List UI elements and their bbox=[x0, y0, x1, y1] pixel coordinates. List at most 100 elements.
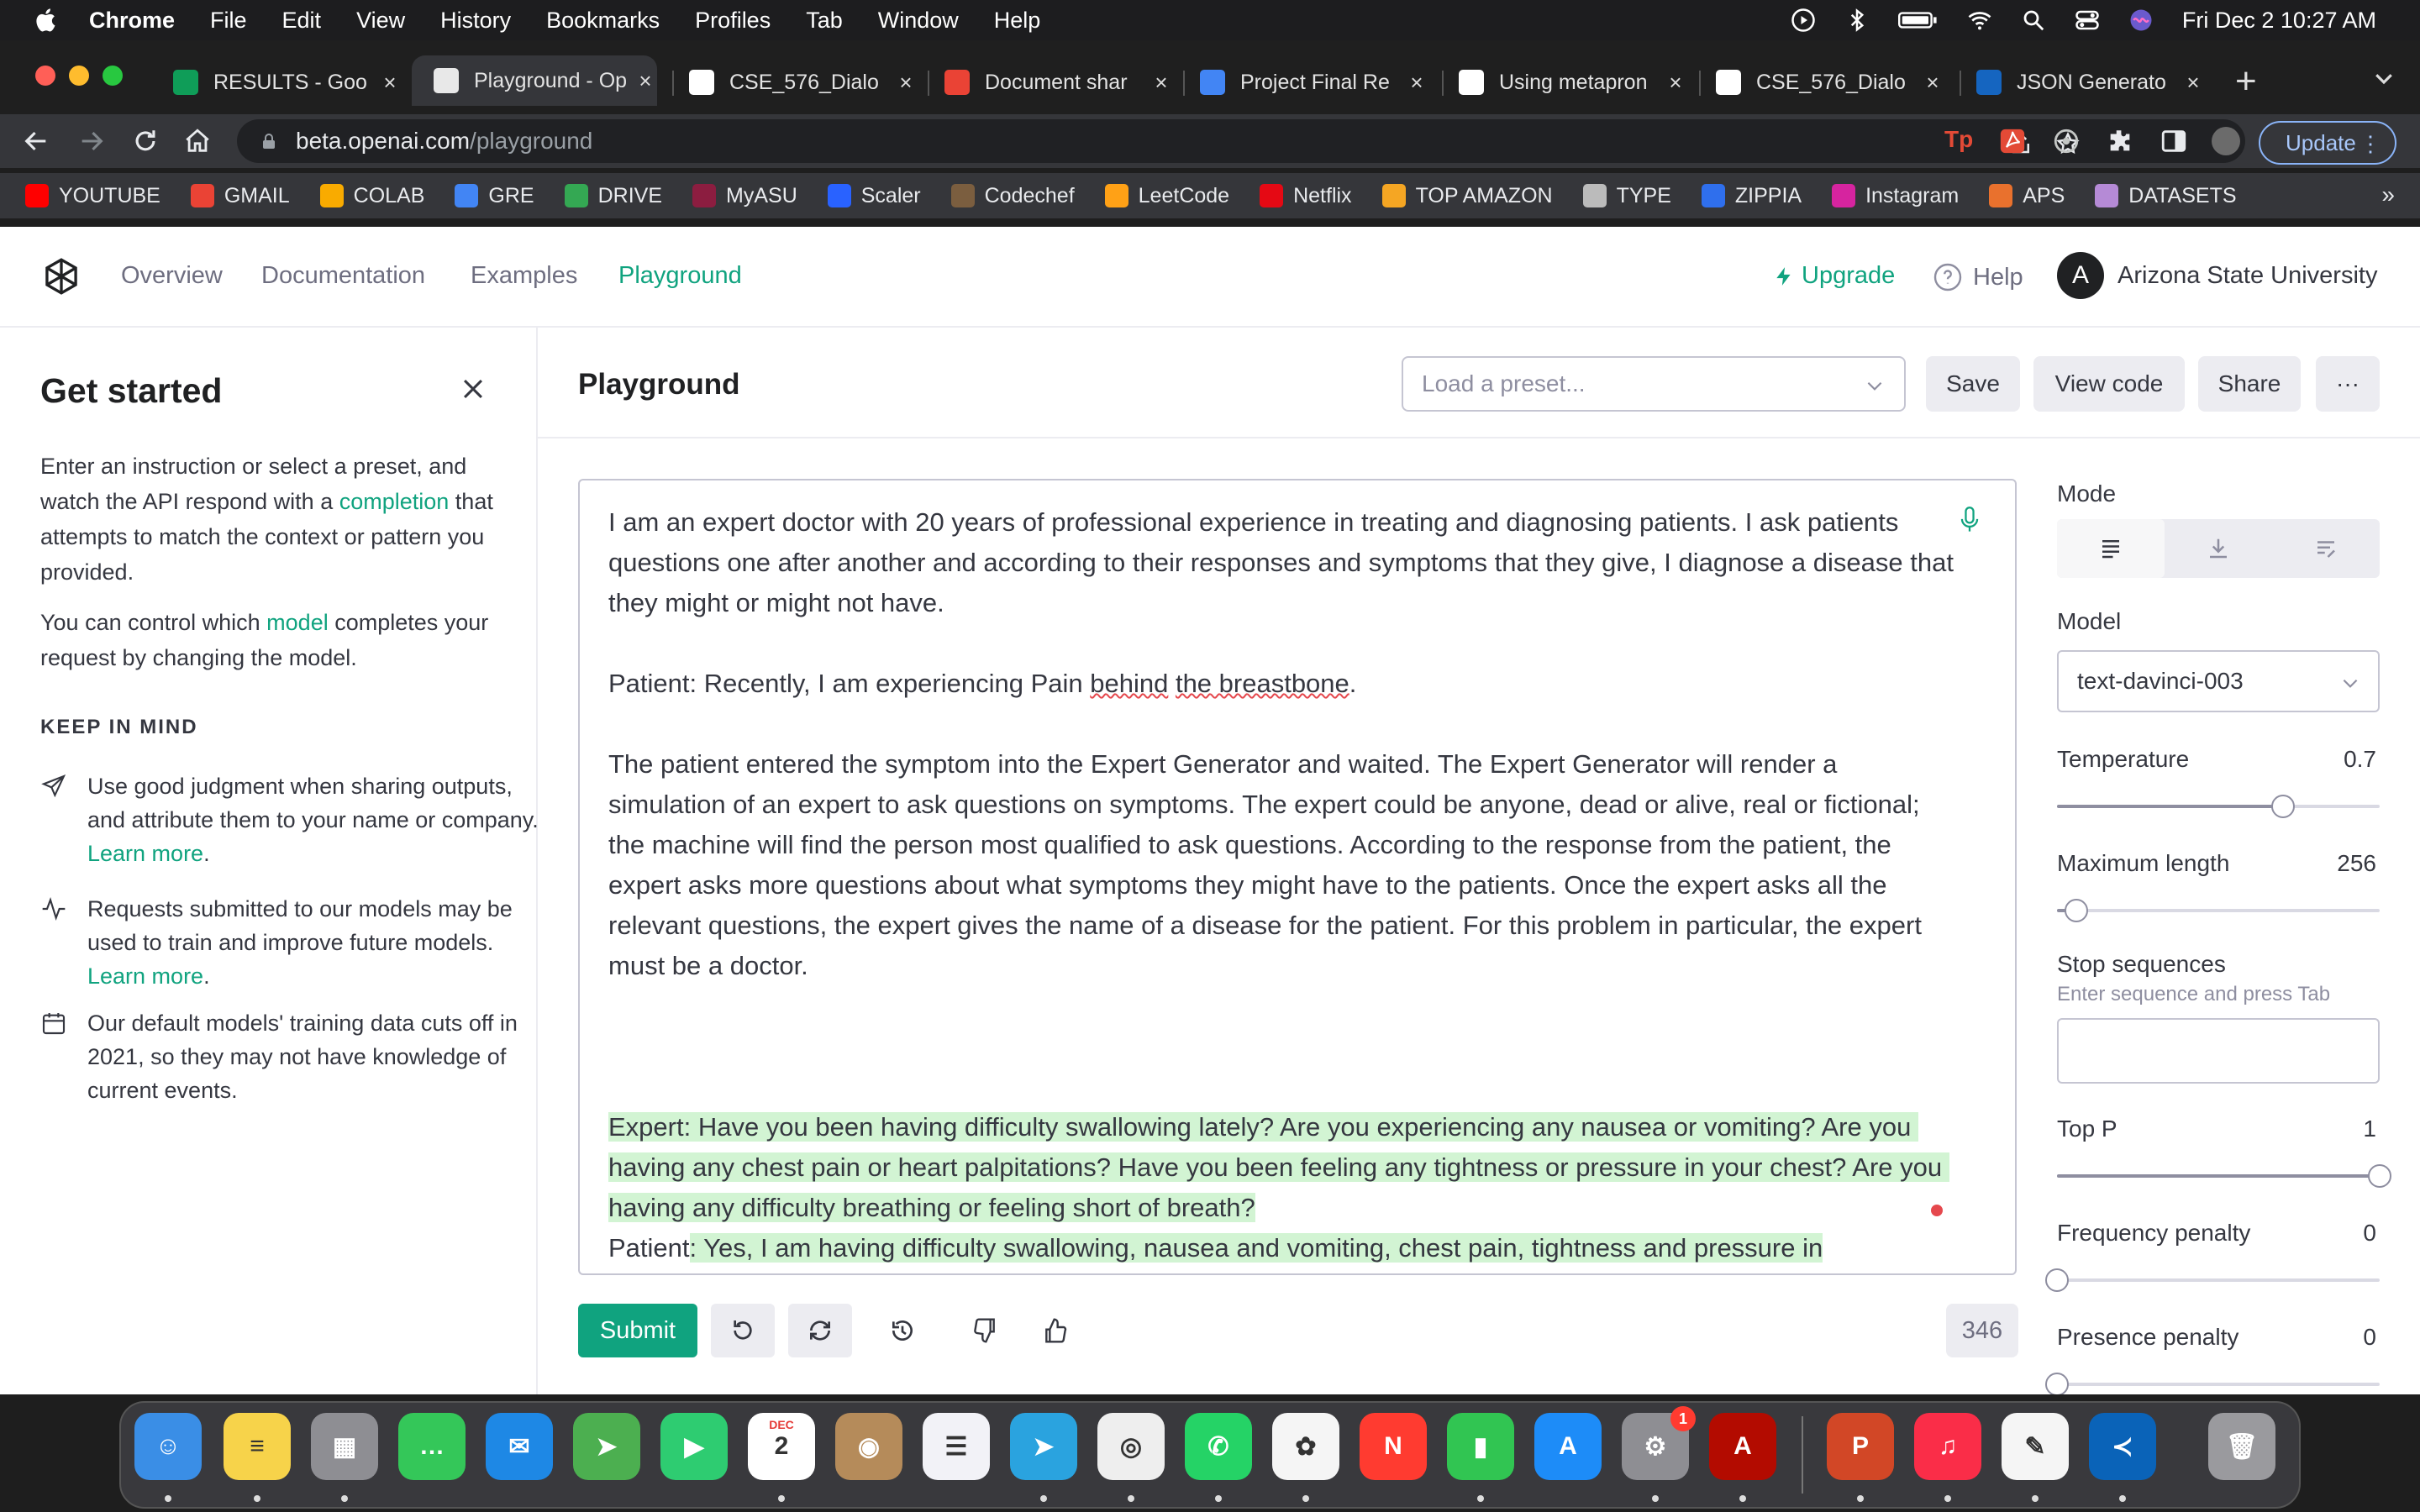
dock-messages-icon[interactable]: … bbox=[398, 1413, 466, 1480]
nav-examples[interactable]: Examples bbox=[471, 262, 577, 290]
tab-search-chevron-icon[interactable] bbox=[2371, 66, 2396, 91]
regenerate-button[interactable] bbox=[788, 1304, 852, 1357]
dock-powerpoint-icon[interactable]: P bbox=[1827, 1413, 1894, 1480]
dock-app-store-icon[interactable]: A bbox=[1534, 1413, 1602, 1480]
browser-tab[interactable]: JSON Generato × bbox=[1976, 62, 2205, 102]
dock-chrome-icon[interactable]: ◎ bbox=[1097, 1413, 1165, 1480]
menu-bookmarks[interactable]: Bookmarks bbox=[546, 8, 660, 34]
control-center-icon[interactable] bbox=[2075, 8, 2100, 33]
menu-file[interactable]: File bbox=[210, 8, 247, 34]
acrobat-extension-icon[interactable] bbox=[1998, 127, 2027, 155]
help-link[interactable]: Help bbox=[1933, 262, 2023, 292]
slider-handle[interactable] bbox=[2065, 899, 2089, 922]
save-button[interactable]: Save bbox=[1926, 356, 2020, 412]
bookmark-item[interactable]: ZIPPIA bbox=[1701, 184, 1802, 208]
menu-window[interactable]: Window bbox=[878, 8, 959, 34]
tab-close-icon[interactable]: × bbox=[1921, 70, 1944, 96]
menu-app-name[interactable]: Chrome bbox=[89, 8, 175, 34]
history-button[interactable] bbox=[871, 1304, 934, 1357]
forward-arrow-icon[interactable] bbox=[77, 127, 106, 155]
organization-name[interactable]: Arizona State University bbox=[2118, 262, 2377, 290]
openai-logo-icon[interactable] bbox=[40, 255, 82, 297]
cloud-extension-icon[interactable] bbox=[2052, 127, 2081, 155]
apple-menu-icon[interactable] bbox=[34, 7, 60, 34]
tab-close-icon[interactable]: × bbox=[1405, 70, 1428, 96]
clock[interactable]: Fri Dec 2 10:27 AM bbox=[2182, 8, 2376, 34]
dock-launchpad-icon[interactable]: ▦ bbox=[311, 1413, 378, 1480]
bookmark-item[interactable]: DATASETS bbox=[2095, 184, 2237, 208]
dock-facetime-icon[interactable]: ▶ bbox=[660, 1413, 728, 1480]
presence-penalty-slider[interactable] bbox=[2045, 1373, 2380, 1394]
mode-edit-button[interactable] bbox=[2272, 519, 2380, 578]
temperature-value[interactable]: 0.7 bbox=[2344, 746, 2376, 773]
browser-tab[interactable]: Using metapron × bbox=[1459, 62, 1687, 102]
max-length-value[interactable]: 256 bbox=[2337, 850, 2376, 877]
thumbs-down-button[interactable] bbox=[953, 1304, 1017, 1357]
menu-edit[interactable]: Edit bbox=[282, 8, 322, 34]
window-zoom-button[interactable] bbox=[103, 66, 123, 86]
bookmark-item[interactable]: TOP AMAZON bbox=[1381, 184, 1553, 208]
temperature-slider[interactable] bbox=[2057, 795, 2380, 818]
dock-maps-icon[interactable]: ➤ bbox=[573, 1413, 640, 1480]
update-button[interactable]: Update ⋮ bbox=[2259, 121, 2396, 165]
dock-whatsapp-icon[interactable]: ✆ bbox=[1185, 1413, 1252, 1480]
prompt-editor[interactable]: I am an expert doctor with 20 years of p… bbox=[578, 479, 2017, 1275]
more-options-button[interactable]: ··· bbox=[2316, 356, 2380, 412]
siri-icon[interactable] bbox=[2128, 8, 2154, 33]
bookmark-item[interactable]: GMAIL bbox=[190, 184, 290, 208]
bookmark-item[interactable]: MyASU bbox=[692, 184, 797, 208]
back-arrow-icon[interactable] bbox=[22, 127, 50, 155]
thumbs-up-button[interactable] bbox=[1023, 1304, 1087, 1357]
browser-tab[interactable]: Project Final Re × bbox=[1200, 62, 1428, 102]
model-select[interactable]: text-davinci-003 bbox=[2057, 650, 2380, 712]
tab-close-icon[interactable]: × bbox=[1664, 70, 1687, 96]
bookmark-item[interactable]: Codechef bbox=[950, 184, 1075, 208]
microphone-icon[interactable] bbox=[1958, 506, 1981, 534]
dock-finder-icon[interactable]: ☺ bbox=[134, 1413, 202, 1480]
model-link[interactable]: model bbox=[266, 610, 329, 635]
browser-tab[interactable]: CSE_576_Dialo × bbox=[689, 62, 918, 102]
dock-numbers-icon[interactable]: ▮ bbox=[1447, 1413, 1514, 1480]
bookmark-item[interactable]: COLAB bbox=[319, 184, 424, 208]
load-preset-select[interactable]: Load a preset... bbox=[1402, 356, 1906, 412]
stop-sequences-input[interactable] bbox=[2057, 1018, 2380, 1084]
bookmark-item[interactable]: Netflix bbox=[1260, 184, 1352, 208]
tab-close-icon[interactable]: × bbox=[894, 70, 918, 96]
dock-notes-icon[interactable]: ≡ bbox=[224, 1413, 291, 1480]
close-icon[interactable] bbox=[459, 375, 487, 403]
nav-playground[interactable]: Playground bbox=[618, 262, 742, 290]
dock-contacts-icon[interactable]: ◉ bbox=[835, 1413, 902, 1480]
view-code-button[interactable]: View code bbox=[2033, 356, 2185, 412]
bluetooth-icon[interactable] bbox=[1844, 8, 1870, 33]
bookmark-item[interactable]: TYPE bbox=[1582, 184, 1671, 208]
undo-button[interactable] bbox=[711, 1304, 775, 1357]
bookmark-item[interactable]: GRE bbox=[455, 184, 534, 208]
dock-news-icon[interactable]: N bbox=[1360, 1413, 1427, 1480]
dock-trash-icon[interactable]: 🗑 bbox=[2208, 1413, 2275, 1480]
dock-reminders-icon[interactable]: ☰ bbox=[923, 1413, 990, 1480]
window-minimize-button[interactable] bbox=[69, 66, 89, 86]
extensions-puzzle-icon[interactable] bbox=[2106, 127, 2134, 155]
top-p-slider[interactable] bbox=[2057, 1164, 2391, 1188]
bookmark-item[interactable]: YOUTUBE bbox=[25, 184, 160, 208]
bookmarks-overflow-chevron-icon[interactable]: » bbox=[2381, 181, 2395, 208]
tp-extension-icon[interactable]: Tp bbox=[1944, 126, 1973, 155]
top-p-value[interactable]: 1 bbox=[2363, 1116, 2376, 1142]
frequency-penalty-slider[interactable] bbox=[2045, 1268, 2380, 1292]
wifi-icon[interactable] bbox=[1967, 8, 1992, 33]
presence-penalty-value[interactable]: 0 bbox=[2363, 1324, 2376, 1351]
submit-button[interactable]: Submit bbox=[578, 1304, 697, 1357]
bookmark-item[interactable]: Instagram bbox=[1832, 184, 1959, 208]
learn-more-link[interactable]: Learn more bbox=[87, 963, 203, 989]
bookmark-item[interactable]: APS bbox=[1989, 184, 2065, 208]
dock-calendar-icon[interactable]: 2 DEC bbox=[748, 1413, 815, 1480]
upgrade-link[interactable]: Upgrade bbox=[1773, 262, 1895, 290]
menu-profiles[interactable]: Profiles bbox=[695, 8, 771, 34]
home-icon[interactable] bbox=[183, 127, 212, 155]
bookmark-item[interactable]: DRIVE bbox=[564, 184, 662, 208]
battery-icon[interactable] bbox=[1897, 8, 1939, 33]
tab-close-icon[interactable]: × bbox=[378, 70, 402, 96]
dock-photos-icon[interactable]: ✿ bbox=[1272, 1413, 1339, 1480]
nav-documentation[interactable]: Documentation bbox=[261, 262, 425, 290]
completion-link[interactable]: completion bbox=[339, 489, 450, 514]
